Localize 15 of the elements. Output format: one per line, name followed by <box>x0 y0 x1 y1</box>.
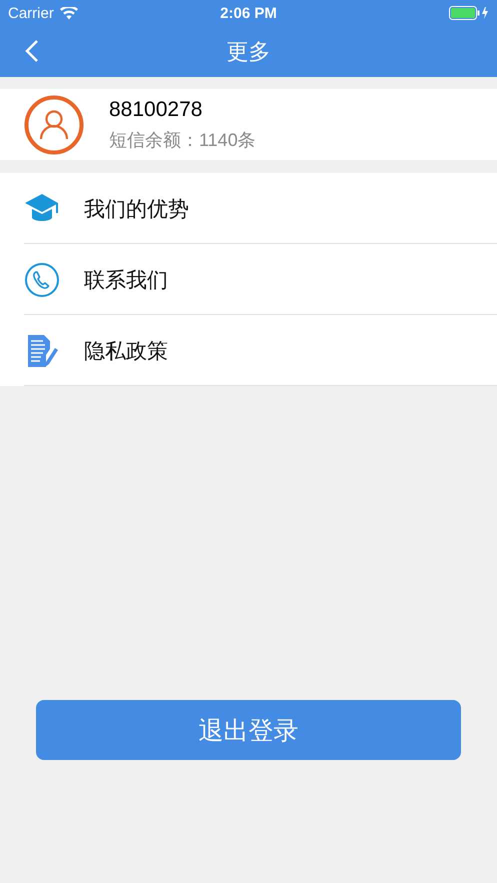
menu-item[interactable]: 隐私政策 <box>0 315 497 386</box>
page-title: 更多 <box>226 38 270 66</box>
carrier-label: Carrier <box>8 4 54 22</box>
phone-icon <box>24 262 60 298</box>
menu-label: 隐私政策 <box>84 338 168 364</box>
avatar-icon <box>24 94 84 154</box>
account-number: 88100278 <box>109 98 204 122</box>
battery-icon <box>449 6 489 20</box>
menu-item[interactable]: 联系我们 <box>0 244 497 315</box>
menu-label: 我们的优势 <box>84 196 189 222</box>
menu-label: 联系我们 <box>84 268 168 294</box>
wifi-icon <box>60 6 78 20</box>
sms-balance: 短信余额：1140条 <box>109 128 256 152</box>
menu-item[interactable]: 我们的优势 <box>0 173 497 244</box>
clock-time: 2:06 PM <box>220 4 277 22</box>
